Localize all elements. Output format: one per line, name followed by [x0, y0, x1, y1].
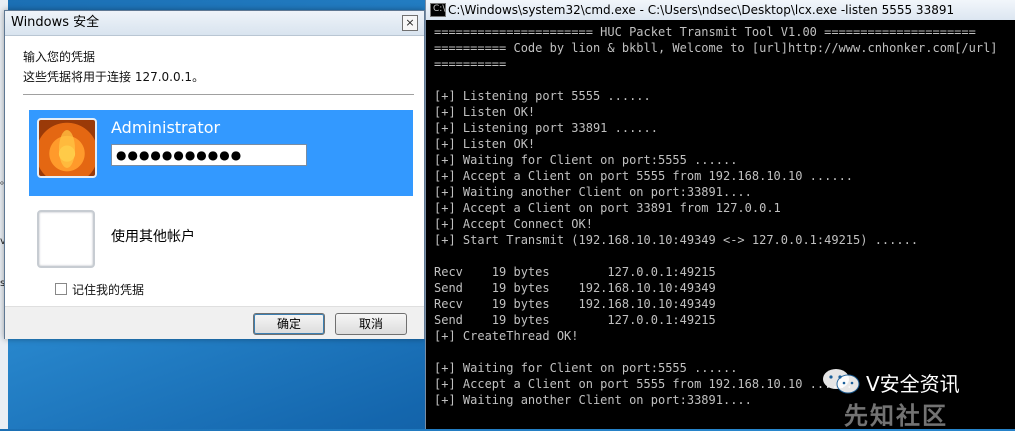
console-line: [+] Accept a Client on port 33891 from 1…: [434, 201, 781, 215]
console-line: Send 19 bytes 192.168.10.10:49349: [434, 281, 716, 295]
dialog-footer: 确定 取消: [5, 306, 424, 339]
console-line: Recv 19 bytes 127.0.0.1:49215: [434, 265, 716, 279]
console-line: Recv 19 bytes 192.168.10.10:49349: [434, 297, 716, 311]
watermark-text: V安全资讯: [866, 372, 960, 396]
checkbox-icon[interactable]: [55, 283, 67, 295]
console-line: [+] Listening port 33891 ......: [434, 121, 658, 135]
remember-label: 记住我的凭据: [72, 283, 145, 297]
console-line: [+] CreateThread OK!: [434, 329, 579, 343]
watermark-subtext: 先知社区: [844, 402, 948, 430]
console-line: [+] Listen OK!: [434, 137, 536, 151]
remember-credentials-checkbox[interactable]: 记住我的凭据: [55, 281, 144, 298]
console-line: ====================== HUC Packet Transm…: [434, 25, 976, 39]
ok-button[interactable]: 确定: [253, 313, 325, 335]
dialog-description: 这些凭据将用于连接 127.0.0.1。: [23, 70, 205, 84]
console-title: C:\Windows\system32\cmd.exe - C:\Users\n…: [448, 3, 955, 17]
divider: [23, 94, 414, 95]
dialog-title: Windows 安全: [11, 15, 100, 30]
console-line: [+] Start Transmit (192.168.10.10:49349 …: [434, 233, 919, 247]
password-field[interactable]: ●●●●●●●●●●●: [111, 144, 307, 166]
dialog-prompt: 输入您的凭据: [23, 50, 96, 64]
dialog-title-bar[interactable]: Windows 安全 ×: [5, 11, 424, 36]
user-name: Administrator: [111, 118, 221, 137]
console-line: [+] Listen OK!: [434, 105, 536, 119]
console-line: [+] Accept a Client on port 5555 from 19…: [434, 169, 854, 183]
wechat-logo-icon: [823, 369, 860, 394]
console-line: [+] Accept Connect OK!: [434, 217, 593, 231]
console-line: ==========: [434, 57, 507, 71]
console-line: Send 19 bytes 127.0.0.1:49215: [434, 313, 716, 327]
console-line: ========== Code by lion & bkbll, Welcome…: [434, 41, 998, 55]
credential-dialog: Windows 安全 × 输入您的凭据 这些凭据将用于连接 127.0.0.1。…: [4, 10, 425, 339]
user-avatar-icon: [37, 118, 97, 178]
cancel-button[interactable]: 取消: [335, 313, 407, 335]
console-line: [+] Listening port 5555 ......: [434, 89, 651, 103]
dialog-body: 输入您的凭据 这些凭据将用于连接 127.0.0.1。 Administrato…: [5, 36, 424, 339]
blank-avatar-icon: [37, 210, 95, 268]
close-button[interactable]: ×: [402, 15, 418, 31]
other-account-label: 使用其他帐户: [111, 229, 195, 245]
console-line: [+] Waiting for Client on port:5555 ....…: [434, 153, 738, 167]
console-title-bar[interactable]: C:\ C:\Windows\system32\cmd.exe - C:\Use…: [426, 0, 1015, 20]
console-line: [+] Waiting another Client on port:33891…: [434, 185, 752, 199]
user-tile-administrator[interactable]: Administrator ●●●●●●●●●●●: [29, 110, 413, 196]
watermark: V安全资讯 先知社区: [822, 364, 1012, 430]
close-icon: ×: [405, 16, 415, 29]
user-tile-other-account[interactable]: 使用其他帐户: [29, 206, 413, 270]
console-app-icon: C:\: [430, 3, 446, 17]
